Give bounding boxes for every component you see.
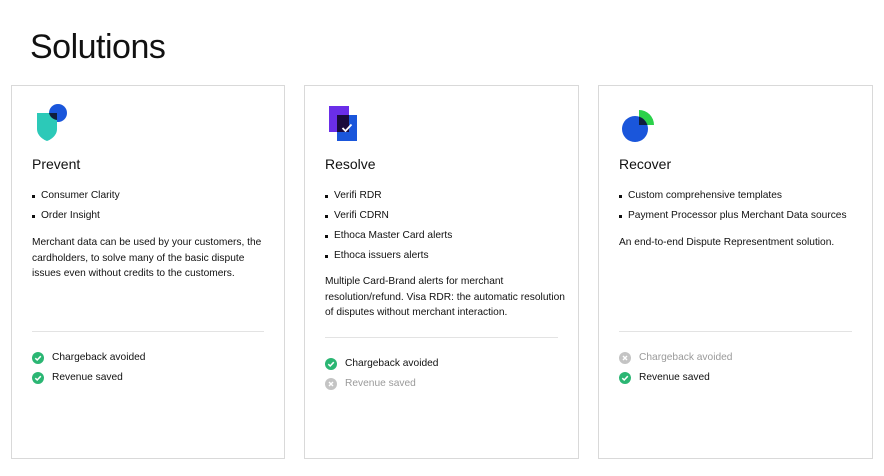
outcome-item: Chargeback avoided [325, 354, 438, 374]
list-item: Order Insight [32, 206, 120, 226]
check-circle-icon [325, 358, 337, 370]
check-circle-icon [32, 372, 44, 384]
outcome-item: Revenue saved [619, 368, 732, 388]
list-item: Ethoca Master Card alerts [325, 226, 452, 246]
card-description: An end-to-end Dispute Representment solu… [619, 237, 835, 248]
divider [32, 331, 264, 332]
divider [325, 337, 558, 338]
outcome-label: Chargeback avoided [345, 358, 439, 369]
solution-card-recover: Recover Custom comprehensive templates P… [598, 85, 873, 459]
card-title: Prevent [32, 156, 81, 172]
outcome-label: Revenue saved [52, 372, 123, 383]
outcome-list: Chargeback avoided Revenue saved [325, 354, 438, 394]
outcome-list: Chargeback avoided Revenue saved [32, 348, 145, 388]
list-item: Custom comprehensive templates [619, 186, 847, 206]
outcome-item: Revenue saved [32, 368, 145, 388]
outcome-item: Chargeback avoided [32, 348, 145, 368]
solution-card-prevent: Prevent Consumer Clarity Order Insight M… [11, 85, 285, 459]
divider [619, 331, 852, 332]
card-title: Recover [619, 156, 672, 172]
outcome-label: Revenue saved [639, 372, 710, 383]
shield-icon [32, 104, 72, 144]
outcome-list: Chargeback avoided Revenue saved [619, 348, 732, 388]
list-item: Verifi RDR [325, 186, 452, 206]
card-description: Merchant data can be used by your custom… [32, 237, 262, 279]
card-title: Resolve [325, 156, 376, 172]
feature-list: Custom comprehensive templates Payment P… [619, 186, 847, 226]
solution-card-resolve: Resolve Verifi RDR Verifi CDRN Ethoca Ma… [304, 85, 579, 459]
pie-chart-icon [619, 104, 659, 144]
x-circle-icon [325, 378, 337, 390]
outcome-label: Chargeback avoided [52, 352, 146, 363]
list-item: Payment Processor plus Merchant Data sou… [619, 206, 847, 226]
outcome-label: Chargeback avoided [639, 352, 733, 363]
outcome-item: Chargeback avoided [619, 348, 732, 368]
check-circle-icon [32, 352, 44, 364]
outcome-label: Revenue saved [345, 378, 416, 389]
list-item: Ethoca issuers alerts [325, 246, 452, 266]
card-description: Multiple Card-Brand alerts for merchant … [325, 276, 565, 318]
list-item: Consumer Clarity [32, 186, 120, 206]
x-circle-icon [619, 352, 631, 364]
check-circle-icon [619, 372, 631, 384]
feature-list: Verifi RDR Verifi CDRN Ethoca Master Car… [325, 186, 452, 266]
page-title: Solutions [30, 28, 166, 66]
feature-list: Consumer Clarity Order Insight [32, 186, 120, 226]
outcome-item: Revenue saved [325, 374, 438, 394]
list-item: Verifi CDRN [325, 206, 452, 226]
document-check-icon [325, 104, 365, 144]
